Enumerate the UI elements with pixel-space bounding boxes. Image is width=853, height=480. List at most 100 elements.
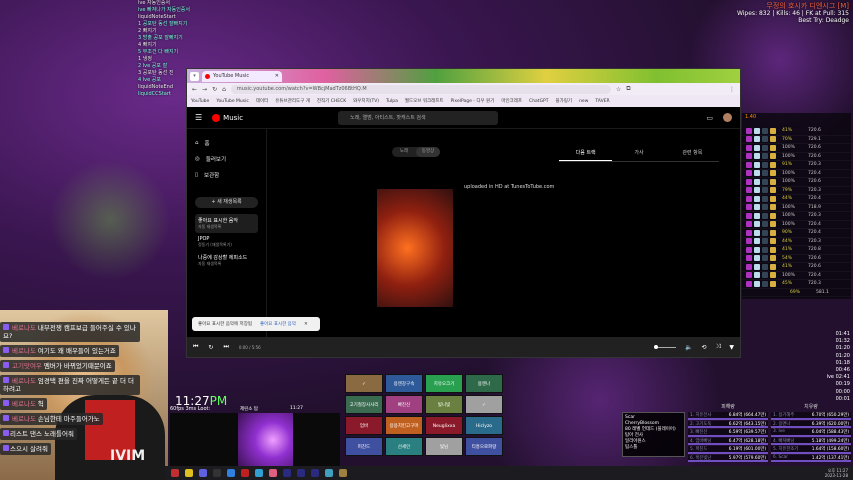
bookmark-item[interactable]: 전직기 CHECK (317, 98, 346, 104)
song-video-toggle[interactable]: 노래 동영상 (392, 147, 440, 157)
playlist-item[interactable]: 나중에 감상할 에피소드 자동 재생목록 (195, 251, 258, 270)
sidebar-item[interactable]: ▯ 보관함 (195, 167, 258, 183)
taskbar-app-icon[interactable] (213, 469, 221, 477)
taskbar-app-icon[interactable] (297, 469, 305, 477)
tab-related[interactable]: 관련 항목 (666, 149, 719, 161)
raid-note-line: 2 빠지기 (138, 28, 157, 34)
volume-slider[interactable] (654, 344, 677, 349)
bookmark-item[interactable]: Tulpa (386, 99, 398, 104)
snackbar-link[interactable]: 좋아요 표시한 음악 (260, 321, 296, 327)
food-icon (770, 127, 776, 134)
chat-username: 베로나도 (12, 415, 36, 423)
back-icon[interactable]: ← (192, 86, 197, 93)
taskbar-app-icon[interactable] (269, 469, 277, 477)
shuffle-icon[interactable]: ⤨ (716, 343, 721, 351)
close-tab-icon[interactable]: ✕ (275, 73, 279, 79)
tab-search-icon[interactable]: ▾ (190, 71, 199, 81)
raid-frame[interactable]: 치유오크기 (425, 374, 463, 393)
bookmark-star-icon[interactable]: ☆ (616, 86, 621, 93)
forward-icon[interactable]: → (202, 86, 207, 93)
bookmark-item[interactable]: YouTube Music (216, 99, 249, 104)
bookmark-item[interactable]: 유튜브관리도구 개 (275, 98, 310, 104)
subscriber-badge-icon (3, 324, 9, 330)
rune-icon (762, 263, 768, 270)
next-icon[interactable]: ⏭ (223, 343, 228, 351)
raid-frame[interactable]: 용용치킨고구마 (385, 416, 423, 435)
bookmark-item[interactable]: ChatGPT (529, 99, 548, 104)
taskbar-app-icon[interactable] (325, 469, 333, 477)
toggle-song[interactable]: 노래 (392, 147, 416, 157)
food-icon (770, 204, 776, 211)
bookmark-item[interactable]: 블가링기 (556, 98, 573, 104)
ytmusic-logo[interactable]: Music (212, 113, 243, 122)
minimap[interactable] (238, 413, 293, 468)
taskbar-app-icon[interactable] (283, 469, 291, 477)
bookmark-item[interactable]: TAVER (595, 99, 609, 104)
raid-frame[interactable]: ✓ (345, 374, 383, 393)
cast-icon[interactable]: ▭ (706, 114, 713, 122)
previous-icon[interactable]: ⏮ (193, 343, 198, 351)
taskbar-app-icon[interactable] (199, 469, 207, 477)
raid-frame[interactable]: ✓ (465, 395, 503, 414)
bookmark-item[interactable]: PixelPage - 디우 원기 (451, 98, 495, 104)
bookmark-item[interactable]: 월드오브 워크래프트 (405, 98, 444, 104)
taskbar-app-icon[interactable] (171, 469, 179, 477)
flask-icon (754, 127, 760, 134)
volume-icon[interactable]: 🔈 (685, 344, 692, 351)
fps-line: 60fps 3ms Loot: (170, 406, 211, 412)
sidebar-item[interactable]: ◎ 둘러보기 (195, 151, 258, 167)
playlist-item[interactable]: 좋아요 표시한 음악 자동 재생목록 (195, 214, 258, 233)
menu-icon[interactable]: ⋮ (729, 86, 735, 93)
video-thumbnail[interactable] (377, 189, 453, 307)
tab-lyrics[interactable]: 가사 (612, 149, 665, 161)
bookmark-item[interactable]: 마인크래프 (501, 98, 522, 104)
raid-note-line: lve 자동인증서 (138, 0, 171, 6)
taskbar-app-icon[interactable] (227, 469, 235, 477)
taskbar-app-icon[interactable] (241, 469, 249, 477)
bookmark-item[interactable]: YouTube (191, 99, 209, 104)
tab-up-next[interactable]: 다음 트랙 (559, 149, 613, 161)
raid-frame[interactable]: 티흥으로파랑 (465, 437, 503, 456)
home-icon[interactable]: ⌂ (222, 86, 226, 93)
close-icon[interactable]: ✕ (304, 322, 308, 327)
tab-youtube-music[interactable]: YouTube Music ✕ (202, 70, 282, 82)
class-icon (746, 144, 752, 151)
taskbar-app-icon[interactable] (311, 469, 319, 477)
taskbar-app-icon[interactable] (339, 469, 347, 477)
replay-icon[interactable]: ↻ (208, 344, 213, 351)
class-icon (746, 170, 752, 177)
avatar[interactable] (723, 113, 732, 122)
cooldown-timer: 00:19 (835, 381, 850, 388)
raid-frame[interactable]: 고기철장사사리 (345, 395, 383, 414)
raid-frame[interactable]: 빛니빛 (425, 395, 463, 414)
reload-icon[interactable]: ↻ (212, 86, 217, 93)
expand-icon[interactable]: ▼ (729, 344, 734, 351)
bookmark-item[interactable]: new (579, 99, 588, 104)
raid-frame[interactable]: 용엔강구속 (385, 374, 423, 393)
raid-frame[interactable]: Hiclyzo (465, 416, 503, 435)
raid-frame[interactable]: Neuglixxa (425, 416, 463, 435)
taskbar-app-icon[interactable] (255, 469, 263, 477)
queue-tabs: 다음 트랙 가사 관련 항목 (559, 149, 719, 162)
bookmark-item[interactable]: 와우지지(TV) (353, 98, 379, 104)
toggle-video[interactable]: 동영상 (416, 147, 440, 157)
repeat-icon[interactable]: ⟲ (702, 344, 707, 351)
raid-frame[interactable]: 빠진신 (385, 395, 423, 414)
taskbar-app-icon[interactable] (185, 469, 193, 477)
playlist-item[interactable]: JPOP 정동기 (재생목록기) (195, 233, 258, 251)
hamburger-menu-icon[interactable]: ☰ (195, 113, 202, 122)
sidebar-item[interactable]: ⌂ 홈 (195, 135, 258, 151)
meter-percent: 69% (790, 289, 801, 295)
raid-frame[interactable]: 용엔나 (465, 374, 503, 393)
raid-frame[interactable]: 빛님 (425, 437, 463, 456)
raid-frame[interactable]: 선세인 (385, 437, 423, 456)
extensions-icon[interactable]: ⧉ (626, 85, 630, 93)
meter-ilvl: 720.4 (808, 272, 821, 278)
raid-frame[interactable]: 엄바 (345, 416, 383, 435)
raid-frame[interactable]: 퍼친드 (345, 437, 383, 456)
url-field[interactable]: music.youtube.com/watch?v=WBcjMadTz06BtH… (230, 84, 611, 94)
meter-ilvl: 720.3 (808, 213, 821, 219)
new-playlist-button[interactable]: + 새 재생목록 (195, 197, 258, 208)
search-input[interactable]: 노래, 앨범, 아티스트, 팟캐스트 검색 (338, 110, 499, 125)
bookmark-item[interactable]: 데이터 (256, 98, 268, 104)
